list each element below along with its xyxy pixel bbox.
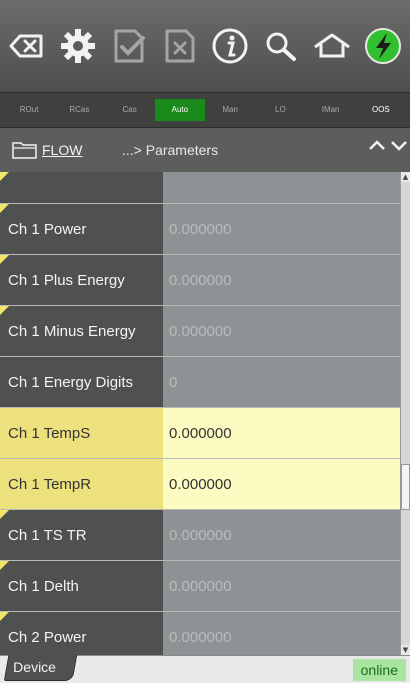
table-row[interactable]: Ch 1 Power 0.000000 (0, 204, 400, 255)
chevron-up-icon[interactable] (366, 134, 388, 156)
param-value[interactable]: 0.000000 (163, 408, 400, 458)
param-name: Ch 1 Energy Digits (0, 357, 163, 407)
mode-lo[interactable]: LO (255, 99, 305, 121)
param-name: Ch 1 Power (0, 204, 163, 254)
gear-icon[interactable] (56, 24, 100, 68)
param-value[interactable]: 0 (163, 357, 400, 407)
param-value[interactable] (163, 172, 400, 203)
status-badge: online (352, 659, 406, 681)
info-icon[interactable] (208, 24, 252, 68)
footer: Device online (0, 655, 410, 683)
param-value[interactable]: 0.000000 (163, 204, 400, 254)
param-name: Ch 2 Power (0, 612, 163, 655)
cancel-document-icon[interactable] (158, 24, 202, 68)
mode-bar: ROut RCas Cas Auto Man LO IMan OOS (0, 92, 410, 128)
mode-iman[interactable]: IMan (306, 99, 356, 121)
home-icon[interactable] (310, 24, 354, 68)
param-name: Ch 1 Plus Energy (0, 255, 163, 305)
breadcrumb: FLOW ...> Parameters (0, 128, 410, 172)
backspace-icon[interactable] (5, 24, 49, 68)
checkmark-document-icon[interactable] (107, 24, 151, 68)
chevron-down-icon[interactable] (388, 134, 410, 156)
param-value[interactable]: 0.000000 (163, 510, 400, 560)
breadcrumb-current: ...> Parameters (122, 142, 219, 158)
param-name: Ch 1 TempS (0, 408, 163, 458)
search-icon[interactable] (259, 24, 303, 68)
param-name: Ch 1 TS TR (0, 510, 163, 560)
folder-icon (12, 142, 37, 159)
param-name (0, 172, 163, 203)
mode-man[interactable]: Man (205, 99, 255, 121)
mode-auto[interactable]: Auto (154, 99, 205, 121)
mode-rcas[interactable]: RCas (54, 99, 104, 121)
toolbar (0, 0, 410, 92)
scroll-up-arrow-icon[interactable]: ▲ (401, 172, 410, 182)
table-row[interactable]: Ch 2 Power 0.000000 (0, 612, 400, 655)
mode-cas[interactable]: Cas (105, 99, 155, 121)
mode-oos[interactable]: OOS (356, 99, 406, 121)
scroll-down-arrow-icon[interactable]: ▼ (401, 645, 410, 655)
table-row[interactable]: Ch 1 Energy Digits 0 (0, 357, 400, 408)
parameter-table: Ch 1 Power 0.000000 Ch 1 Plus Energy 0.0… (0, 172, 400, 655)
param-value[interactable]: 0.000000 (163, 459, 400, 509)
mode-rout[interactable]: ROut (4, 99, 54, 121)
scroll-thumb[interactable] (401, 464, 410, 510)
param-name: Ch 1 TempR (0, 459, 163, 509)
param-value[interactable]: 0.000000 (163, 306, 400, 356)
param-value[interactable]: 0.000000 (163, 561, 400, 611)
lightning-icon[interactable] (361, 24, 405, 68)
table-row-highlighted[interactable]: Ch 1 TempR 0.000000 (0, 459, 400, 510)
table-row[interactable]: Ch 1 Minus Energy 0.000000 (0, 306, 400, 357)
table-row[interactable]: Ch 1 Plus Energy 0.000000 (0, 255, 400, 306)
table-row[interactable] (0, 172, 400, 204)
scrollbar[interactable]: ▲ ▼ (400, 172, 410, 655)
param-value[interactable]: 0.000000 (163, 255, 400, 305)
device-tab[interactable]: Device (3, 655, 78, 681)
table-row[interactable]: Ch 1 TS TR 0.000000 (0, 510, 400, 561)
param-value[interactable]: 0.000000 (163, 612, 400, 655)
param-name: Ch 1 Delth (0, 561, 163, 611)
breadcrumb-folder-link[interactable]: FLOW (42, 142, 122, 158)
table-row[interactable]: Ch 1 Delth 0.000000 (0, 561, 400, 612)
table-row-highlighted[interactable]: Ch 1 TempS 0.000000 (0, 408, 400, 459)
param-name: Ch 1 Minus Energy (0, 306, 163, 356)
